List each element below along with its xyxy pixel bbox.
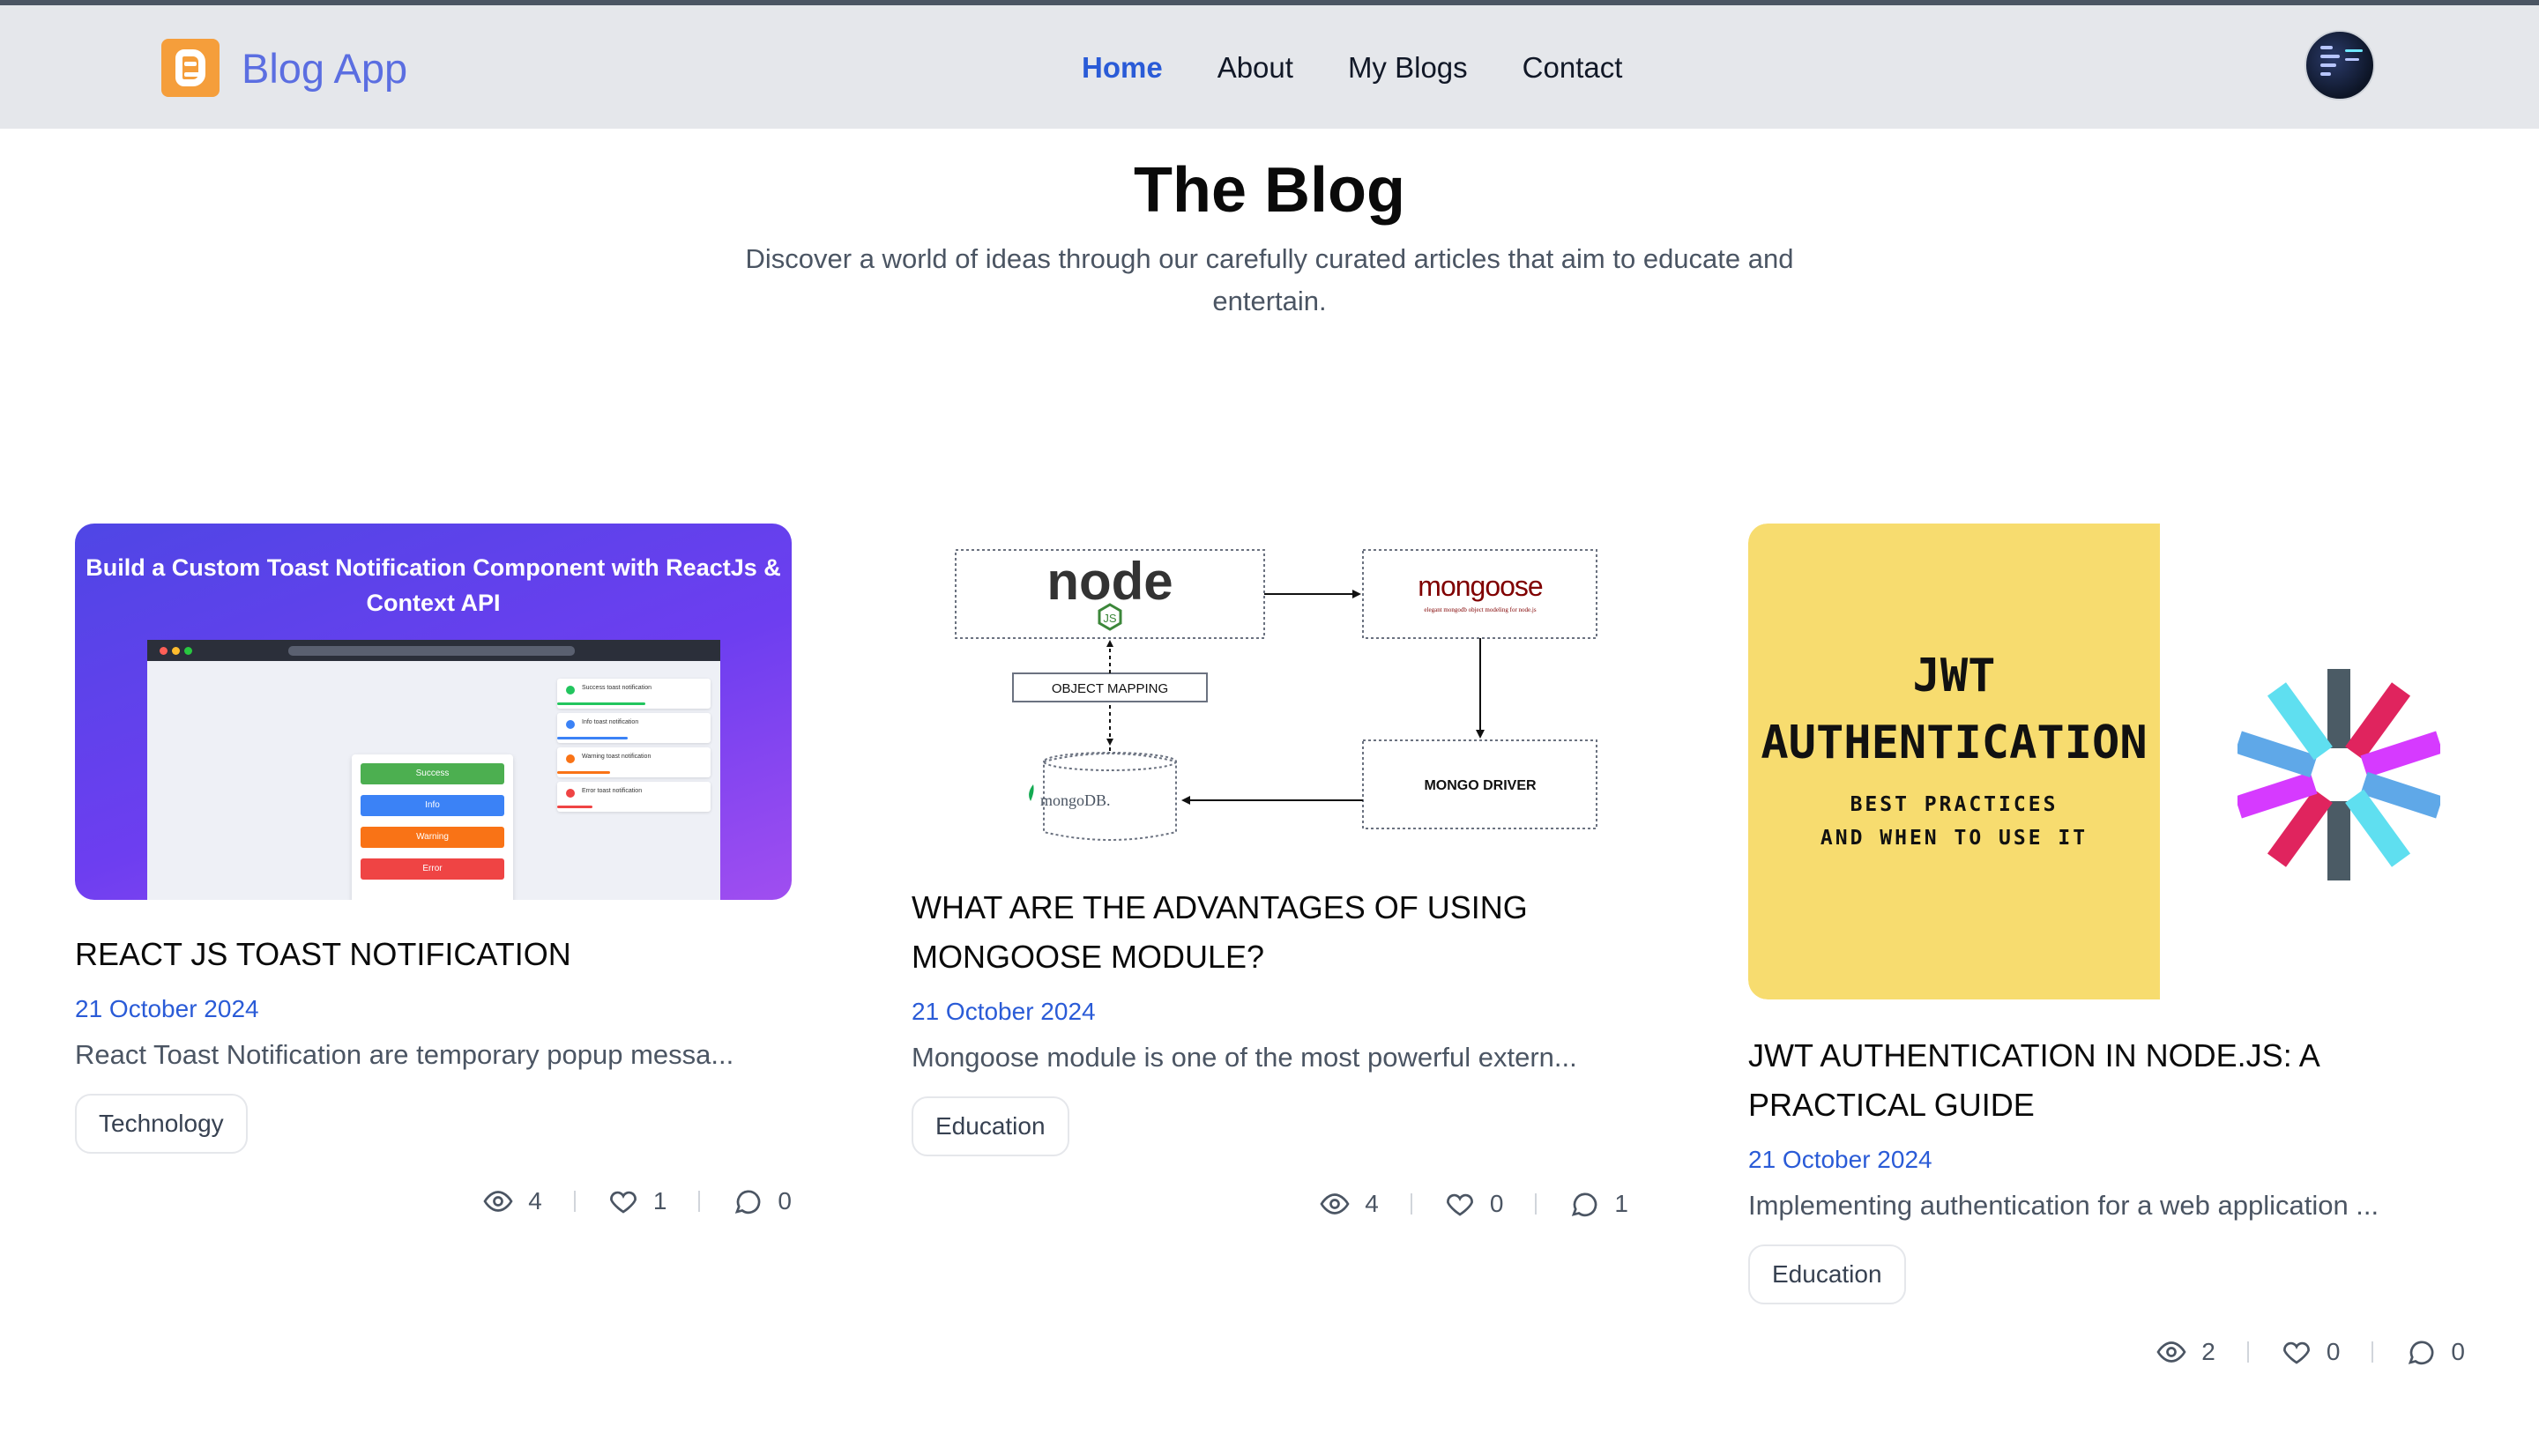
thumbnail-heading: Build a Custom Toast Notification Compon…	[86, 554, 781, 616]
like-count[interactable]: 0	[2281, 1336, 2341, 1368]
like-count[interactable]: 0	[1444, 1188, 1504, 1220]
view-count-value: 4	[528, 1187, 542, 1215]
demo-error-button: Error	[361, 858, 504, 880]
blog-card[interactable]: node JS mongoose elegant mongodb object …	[912, 524, 1628, 1220]
view-count-value: 4	[1365, 1190, 1379, 1217]
demo-success-button: Success	[361, 763, 504, 784]
like-count-value: 0	[2326, 1338, 2341, 1365]
view-count-value: 2	[2201, 1338, 2215, 1365]
comment-count[interactable]: 0	[2405, 1336, 2465, 1368]
like-count-value: 0	[1489, 1190, 1504, 1217]
comment-count-value: 0	[778, 1187, 792, 1215]
post-date: 21 October 2024	[75, 995, 259, 1022]
jwt-subheading-line1: BEST PRACTICES	[1850, 793, 2059, 816]
browser-mockup: Success Info Warning Error Success toast…	[147, 640, 720, 900]
like-count-value: 1	[652, 1187, 667, 1215]
post-excerpt: Mongoose module is one of the most power…	[912, 1042, 1577, 1073]
demo-button-panel: Success Info Warning Error	[352, 754, 513, 900]
post-stats: 4 1 0	[75, 1185, 792, 1217]
brand[interactable]: Blog App	[161, 39, 407, 97]
demo-toast-text: Info toast notification	[582, 719, 639, 725]
post-date: 21 October 2024	[1748, 1146, 1932, 1173]
post-stats: 2 0 0	[1748, 1336, 2465, 1368]
post-stats: 4 0 1	[912, 1188, 1628, 1220]
nav-link-contact[interactable]: Contact	[1523, 51, 1623, 85]
post-title[interactable]: JWT AUTHENTICATION IN NODE.JS: A PRACTIC…	[1748, 1031, 2465, 1130]
post-title[interactable]: REACT JS TOAST NOTIFICATION	[75, 930, 792, 979]
jwt-subheading-line2: AND WHEN TO USE IT	[1820, 827, 2089, 850]
demo-toast-list: Success toast notification Info toast no…	[557, 679, 711, 816]
brand-name: Blog App	[242, 44, 408, 92]
demo-toast-text: Warning toast notification	[582, 754, 652, 760]
comment-count-value: 0	[2451, 1338, 2465, 1365]
jwt-heading-line1: JWT	[1912, 650, 1996, 702]
jwt-heading-line2: AUTHENTICATION	[1761, 717, 2148, 769]
mongoose-architecture-diagram: node JS mongoose elegant mongodb object …	[955, 549, 1597, 841]
user-avatar[interactable]	[2304, 30, 2375, 100]
eye-icon	[2156, 1341, 2186, 1363]
mongoose-logo-text: mongoose	[1418, 570, 1543, 602]
post-date: 21 October 2024	[912, 998, 1096, 1025]
post-excerpt: React Toast Notification are temporary p…	[75, 1039, 734, 1070]
blog-card[interactable]: JWT AUTHENTICATION BEST PRACTICES AND WHEN…	[1748, 524, 2465, 1368]
eye-icon	[483, 1191, 513, 1212]
demo-toast-text: Success toast notification	[582, 685, 652, 691]
blog-card[interactable]: Build a Custom Toast Notification Compon…	[75, 524, 792, 1217]
demo-warning-button: Warning	[361, 827, 504, 848]
object-mapping-label: OBJECT MAPPING	[1052, 681, 1168, 696]
jwt-banner: JWT AUTHENTICATION BEST PRACTICES AND WHEN…	[1748, 524, 2160, 999]
post-thumbnail[interactable]: Build a Custom Toast Notification Compon…	[75, 524, 792, 900]
post-tag[interactable]: Technology	[75, 1094, 248, 1154]
nav-link-about[interactable]: About	[1217, 51, 1293, 85]
comment-count[interactable]: 0	[732, 1185, 792, 1217]
comment-icon	[2409, 1341, 2434, 1365]
post-tag[interactable]: Education	[912, 1096, 1069, 1156]
nav-link-home[interactable]: Home	[1082, 51, 1163, 85]
mongodb-logo-text: mongoDB.	[1040, 791, 1111, 809]
nav-menu: Home About My Blogs Contact	[1082, 51, 1677, 85]
heart-icon	[2282, 1341, 2310, 1364]
mongo-driver-label: MONGO DRIVER	[1424, 778, 1537, 793]
post-thumbnail[interactable]: node JS mongoose elegant mongodb object …	[912, 524, 1628, 867]
node-logo-text: node	[1046, 552, 1173, 611]
page-subtitle: Discover a world of ideas through our ca…	[745, 243, 1794, 316]
demo-info-button: Info	[361, 795, 504, 816]
view-count: 4	[482, 1185, 542, 1217]
comment-count-value: 1	[1614, 1190, 1628, 1217]
mongoose-tagline: elegant mongodb object modeling for node…	[1424, 606, 1536, 613]
post-tag[interactable]: Education	[1748, 1244, 1906, 1304]
post-thumbnail[interactable]: JWT AUTHENTICATION BEST PRACTICES AND WHEN…	[1748, 524, 2465, 999]
jwt-logo-icon	[2237, 669, 2440, 880]
page-title: The Blog	[1134, 155, 1405, 226]
heart-icon	[1446, 1193, 1473, 1216]
navbar: Blog App Home About My Blogs Contact	[0, 5, 2539, 129]
demo-toast-text: Error toast notification	[582, 788, 643, 794]
node-js-badge: JS	[1103, 612, 1117, 625]
eye-icon	[1320, 1193, 1350, 1215]
view-count: 2	[2156, 1336, 2215, 1368]
comment-icon	[1572, 1192, 1597, 1217]
nav-link-my-blogs[interactable]: My Blogs	[1348, 51, 1468, 85]
post-title[interactable]: WHAT ARE THE ADVANTAGES OF USING MONGOOS…	[912, 883, 1628, 982]
blogger-logo-icon	[161, 39, 220, 97]
post-excerpt: Implementing authentication for a web ap…	[1748, 1190, 2379, 1221]
comment-count[interactable]: 1	[1568, 1188, 1628, 1220]
heart-icon	[609, 1191, 637, 1214]
comment-icon	[735, 1190, 761, 1215]
view-count: 4	[1319, 1188, 1379, 1220]
like-count[interactable]: 1	[607, 1185, 667, 1217]
